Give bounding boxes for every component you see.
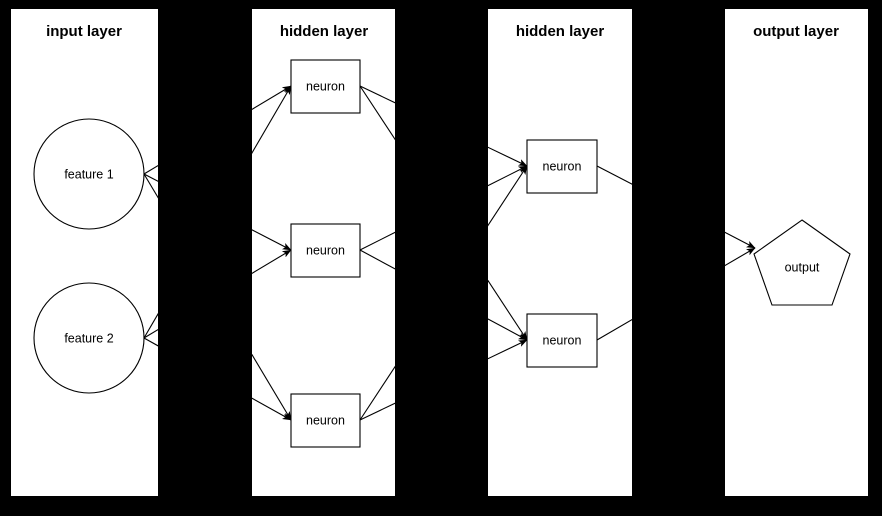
node-hidden2-neuron-1-label: neuron bbox=[543, 159, 582, 173]
title-output-layer: output layer bbox=[753, 23, 839, 40]
node-hidden1-neuron-2-label: neuron bbox=[306, 243, 345, 257]
node-output-label: output bbox=[785, 260, 820, 274]
panel-input-layer bbox=[11, 9, 158, 496]
layer-panels bbox=[11, 9, 868, 496]
title-hidden-layer-1: hidden layer bbox=[280, 23, 369, 40]
neural-network-diagram: feature 1 feature 2 neuron neuron neuron… bbox=[11, 9, 868, 496]
node-hidden1-neuron-1-label: neuron bbox=[306, 79, 345, 93]
title-hidden-layer-2: hidden layer bbox=[516, 23, 605, 40]
diagram-canvas: feature 1 feature 2 neuron neuron neuron… bbox=[0, 0, 882, 516]
title-input-layer: input layer bbox=[46, 23, 122, 40]
node-hidden2-neuron-2-label: neuron bbox=[543, 333, 582, 347]
node-feature-1-label: feature 1 bbox=[64, 167, 113, 181]
layer-titles: input layer hidden layer hidden layer ou… bbox=[46, 23, 839, 40]
node-feature-2-label: feature 2 bbox=[64, 331, 113, 345]
node-hidden1-neuron-3-label: neuron bbox=[306, 413, 345, 427]
panel-hidden-layer-2 bbox=[488, 9, 632, 496]
